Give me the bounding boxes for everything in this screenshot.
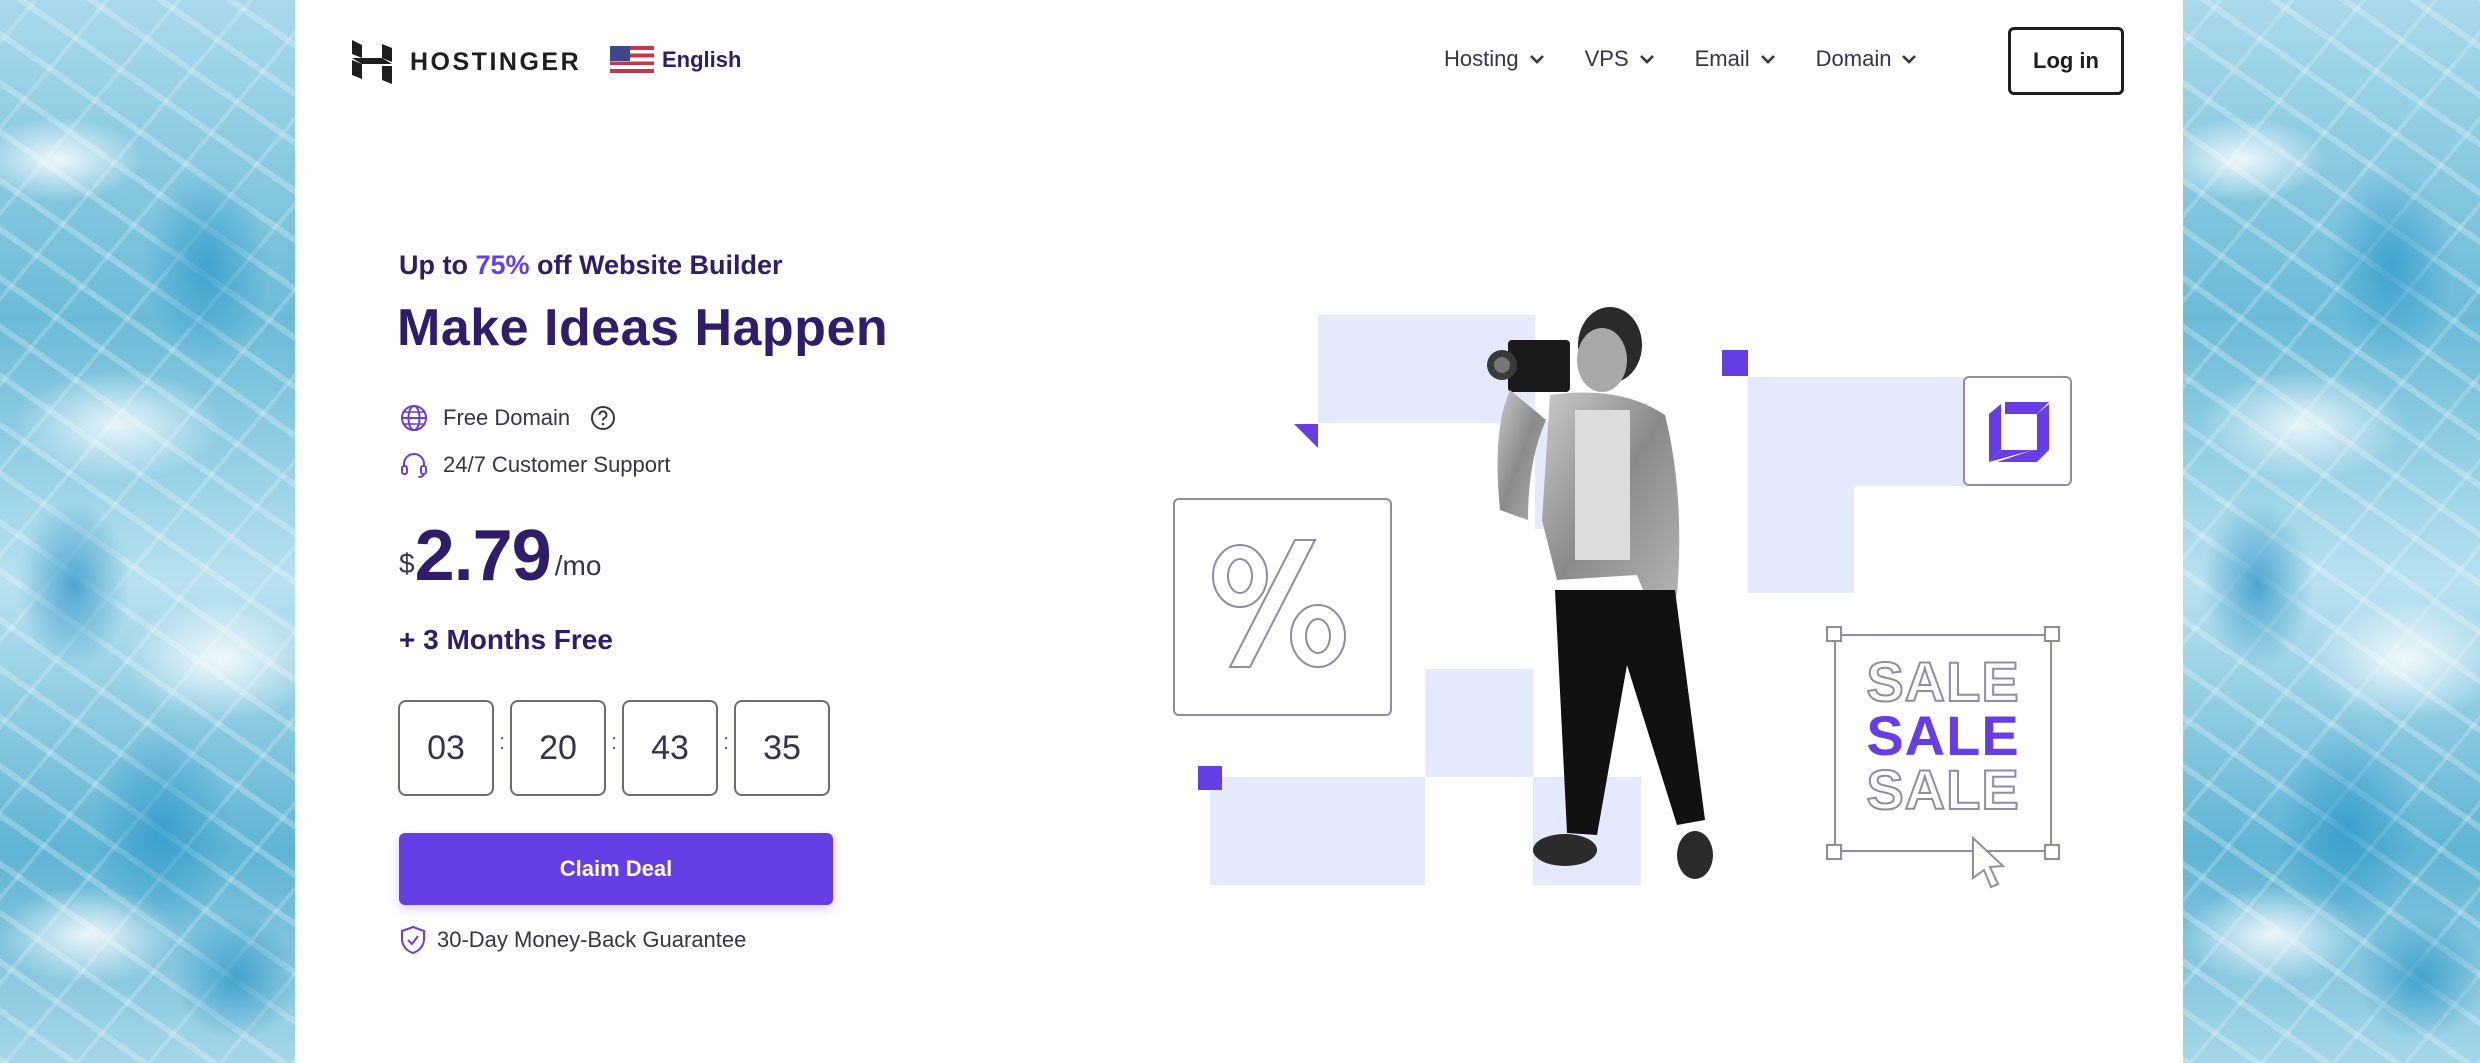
resize-handle <box>1826 844 1842 860</box>
purple-square <box>1198 766 1222 790</box>
brand-logo[interactable]: HOSTINGER <box>352 40 581 84</box>
nav-label: VPS <box>1584 46 1629 71</box>
guarantee-label: 30-Day Money-Back Guarantee <box>437 927 747 952</box>
discount-percent: 75% <box>475 250 530 280</box>
countdown-seconds: 35 <box>734 700 830 796</box>
bonus-offer: + 3 Months Free <box>399 624 613 655</box>
chevron-down-icon <box>1639 55 1654 64</box>
countdown-separator: : <box>722 729 730 754</box>
nav-item-vps[interactable]: VPS <box>1585 46 1655 72</box>
countdown-separator: : <box>498 729 506 754</box>
pointer-cursor-icon <box>1972 836 2006 889</box>
sale-word-outline: SALE <box>1865 758 2020 821</box>
page-title: Make Ideas Happen <box>397 299 889 357</box>
hostinger-logo-icon <box>352 40 392 84</box>
decor-block <box>1748 377 1965 486</box>
price: $ 2.79 /mo <box>399 520 601 592</box>
nav-label: Email <box>1694 46 1750 71</box>
brand-badge-card <box>1963 376 2072 486</box>
login-button[interactable]: Log in <box>2008 27 2124 95</box>
promo-eyebrow: Up to 75% off Website Builder <box>399 250 783 281</box>
nav-label: Domain <box>1815 46 1892 71</box>
percent-card <box>1173 498 1392 716</box>
question-circle-icon[interactable] <box>590 405 616 431</box>
price-period: /mo <box>554 550 602 581</box>
feature-support: 24/7 Customer Support <box>399 450 670 480</box>
nav-item-domain[interactable]: Domain <box>1816 46 1918 72</box>
purple-triangle-icon <box>1294 424 1318 448</box>
brand-name: HOSTINGER <box>410 47 582 76</box>
globe-icon <box>401 405 427 431</box>
countdown-hours: 20 <box>510 700 606 796</box>
sale-word-solid: SALE <box>1866 704 2020 767</box>
countdown-timer: 03 : 20 : 43 : 35 <box>398 700 830 796</box>
countdown-separator: : <box>610 729 618 754</box>
money-back-guarantee: 30-Day Money-Back Guarantee <box>399 925 746 955</box>
chevron-down-icon <box>1902 55 1917 64</box>
resize-handle <box>2044 626 2060 642</box>
language-label: English <box>662 46 742 72</box>
eyebrow-prefix: Up to <box>399 250 476 280</box>
water-background-right <box>2183 0 2480 1063</box>
chevron-down-icon <box>1529 55 1544 64</box>
resize-handle <box>1826 626 1842 642</box>
feature-free-domain: Free Domain <box>399 403 616 433</box>
price-currency: $ <box>399 548 415 579</box>
feature-label: 24/7 Customer Support <box>443 452 671 477</box>
main-nav: Hosting VPS Email Domain <box>1444 46 1957 72</box>
decor-block <box>1748 486 1854 593</box>
water-background-left <box>0 0 295 1063</box>
sale-selection-frame: SALE SALE SALE <box>1826 626 2060 889</box>
resize-handle <box>2044 844 2060 860</box>
feature-label: Free Domain <box>443 405 571 430</box>
sale-word-outline: SALE <box>1865 650 2020 713</box>
person-with-camera-photo <box>1487 307 1713 879</box>
nav-item-hosting[interactable]: Hosting <box>1444 46 1545 72</box>
chevron-down-icon <box>1760 55 1775 64</box>
shield-check-icon <box>401 925 425 955</box>
claim-deal-button[interactable]: Claim Deal <box>399 833 833 905</box>
headset-icon <box>401 453 427 478</box>
nav-item-email[interactable]: Email <box>1695 46 1776 72</box>
percent-icon <box>1212 539 1346 668</box>
us-flag-icon <box>610 46 654 73</box>
countdown-days: 03 <box>398 700 494 796</box>
eyebrow-suffix: off Website Builder <box>529 250 783 280</box>
countdown-minutes: 43 <box>622 700 718 796</box>
decor-block <box>1210 777 1425 885</box>
language-selector[interactable]: English <box>610 46 741 73</box>
price-amount: 2.79 <box>414 516 552 596</box>
nav-label: Hosting <box>1444 46 1519 71</box>
hostinger-cube-icon <box>1989 402 2049 462</box>
